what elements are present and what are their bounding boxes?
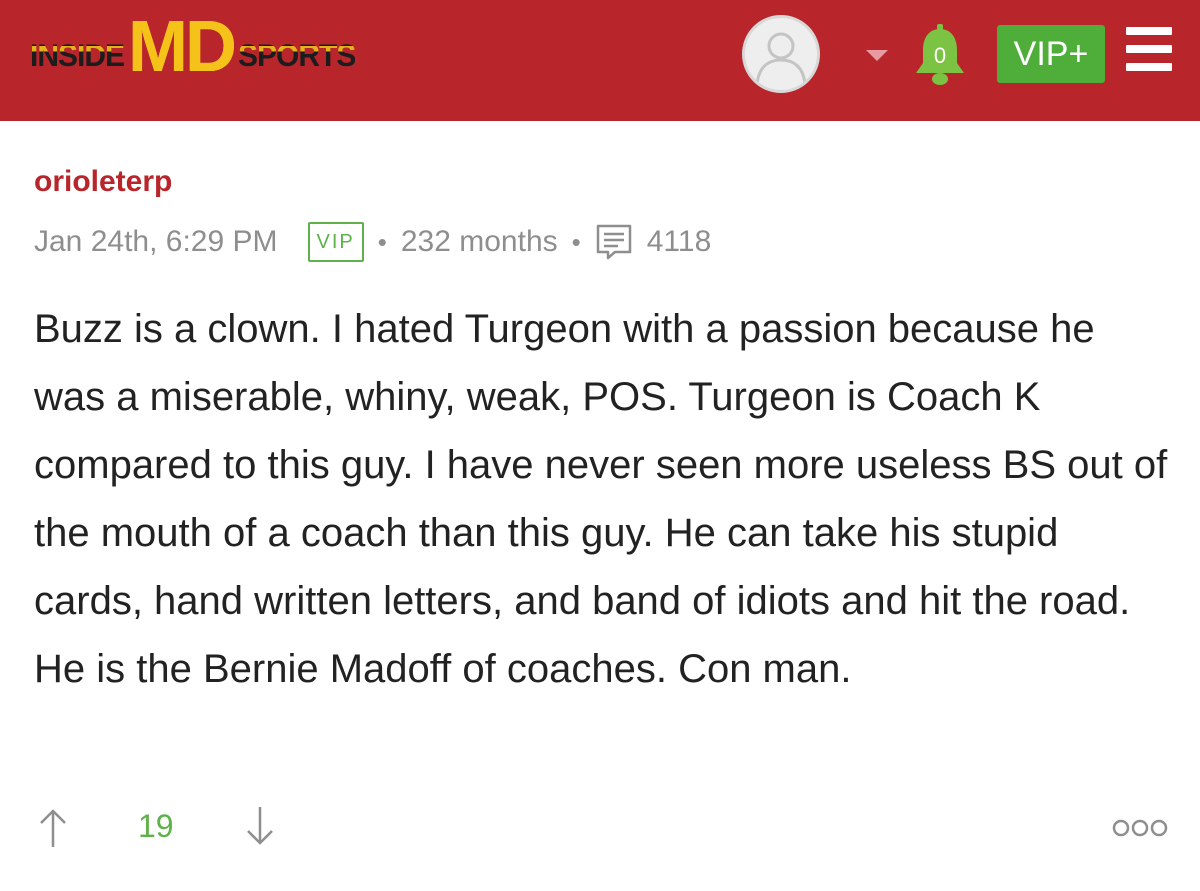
hamburger-menu-icon[interactable]: [1126, 27, 1172, 71]
post-actions: 19: [38, 800, 1168, 856]
arrow-down-icon[interactable]: [245, 806, 275, 846]
post-meta: Jan 24th, 6:29 PM VIP • 232 months • 411…: [34, 220, 711, 264]
comment-bubble-icon: [596, 224, 631, 260]
post-timestamp[interactable]: Jan 24th, 6:29 PM: [34, 225, 278, 259]
user-avatar[interactable]: [742, 15, 820, 93]
post-author-link[interactable]: orioleterp: [34, 160, 1174, 204]
membership-duration: 232 months: [400, 225, 558, 258]
logo-sports-text: SPORTS: [238, 20, 356, 75]
meta-separator: •: [571, 226, 581, 257]
menu-line: [1126, 27, 1172, 35]
site-logo[interactable]: INSIDE MD SPORTS: [30, 7, 356, 87]
chevron-down-icon[interactable]: [866, 50, 888, 61]
meta-separator: •: [377, 226, 387, 257]
forum-post: orioleterp Jan 24th, 6:29 PM VIP • 232 m…: [34, 160, 1174, 691]
menu-line: [1126, 63, 1172, 71]
notification-count: 0: [933, 43, 947, 68]
notifications-bell-icon[interactable]: 0: [911, 23, 969, 87]
header-bar: INSIDE MD SPORTS 0 VIP+: [0, 0, 1200, 121]
logo-inside-text: INSIDE: [30, 20, 125, 75]
logo-md-text: MD: [128, 7, 237, 87]
vote-score: 19: [138, 808, 174, 844]
arrow-up-icon[interactable]: [38, 808, 68, 848]
author-post-count: 4118: [646, 225, 712, 258]
more-options-icon[interactable]: [1112, 818, 1168, 838]
vip-plus-button[interactable]: VIP+: [997, 25, 1105, 83]
menu-line: [1126, 45, 1172, 53]
user-silhouette-icon: [755, 32, 807, 85]
vip-badge: VIP: [307, 222, 364, 262]
post-body: Buzz is a clown. I hated Turgeon with a …: [34, 307, 1168, 691]
